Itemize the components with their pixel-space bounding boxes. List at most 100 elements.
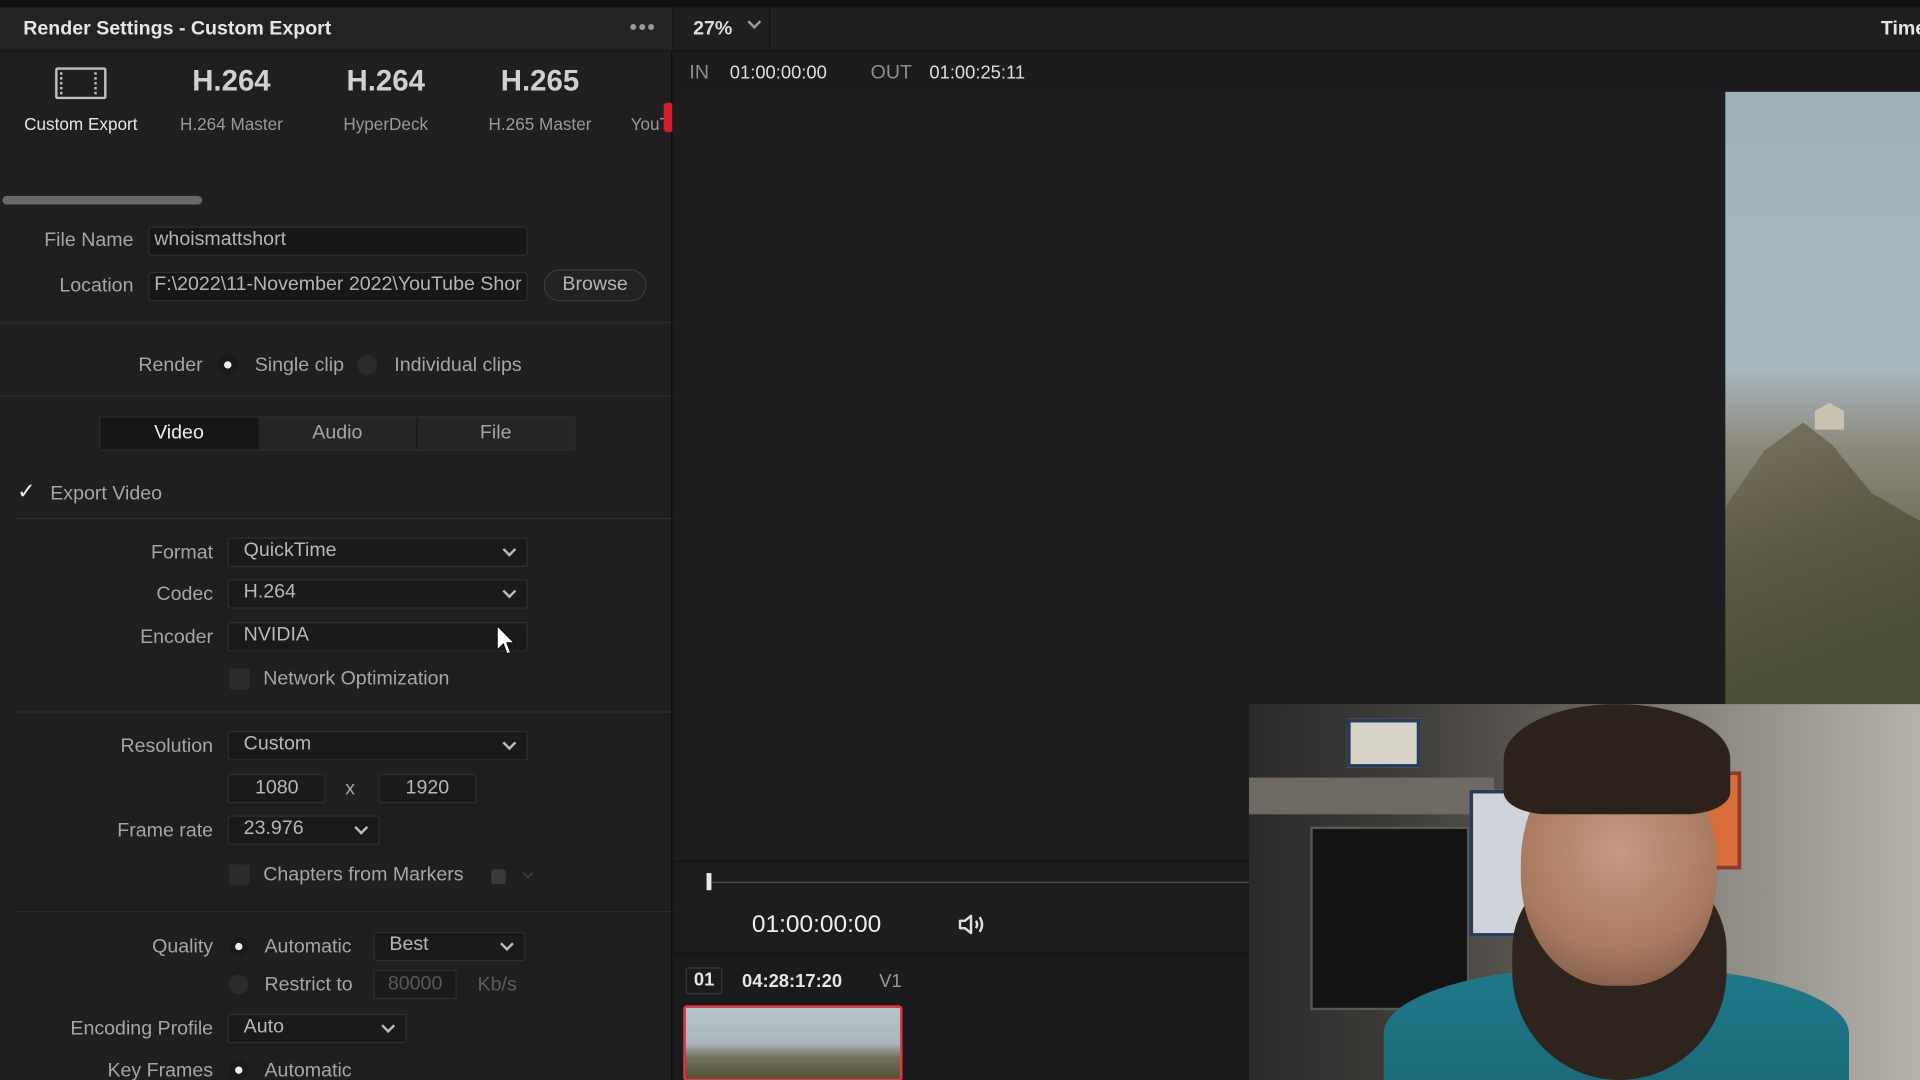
export-video-label[interactable]: Export Video bbox=[50, 484, 162, 506]
file-name-label: File Name bbox=[44, 230, 134, 252]
in-timecode[interactable]: 01:00:00:00 bbox=[730, 62, 827, 83]
playhead[interactable] bbox=[706, 873, 712, 891]
tv-image bbox=[1310, 826, 1470, 1011]
resolution-height-input[interactable]: 1920 bbox=[378, 773, 477, 804]
panel-title: Render Settings - Custom Export bbox=[23, 18, 332, 40]
quality-automatic-label[interactable]: Automatic bbox=[264, 937, 351, 959]
picture-frame-image bbox=[1346, 718, 1421, 768]
encoding-profile-label: Encoding Profile bbox=[70, 1018, 214, 1040]
app-window: Render Settings - Custom Export ••• Cust… bbox=[0, 0, 1920, 1080]
key-frames-label: Key Frames bbox=[107, 1060, 214, 1080]
network-optimization-label[interactable]: Network Optimization bbox=[263, 669, 449, 691]
chevron-down-icon[interactable] bbox=[747, 15, 762, 29]
chevron-down-icon bbox=[354, 820, 369, 835]
restrict-to-radio[interactable] bbox=[228, 974, 249, 995]
network-optimization-checkbox[interactable] bbox=[228, 668, 250, 690]
restrict-bitrate-input[interactable]: 80000 bbox=[373, 969, 457, 1000]
render-label: Render bbox=[138, 355, 203, 376]
out-timecode[interactable]: 01:00:25:11 bbox=[929, 62, 1025, 83]
in-out-bar: IN 01:00:00:00 OUT 01:00:25:11 bbox=[673, 52, 1920, 92]
divider bbox=[0, 322, 673, 324]
codec-dropdown[interactable]: H.264 bbox=[227, 579, 528, 609]
chapters-checkbox[interactable] bbox=[228, 864, 250, 886]
preset-h264-master[interactable]: H.264 H.264 Master bbox=[164, 53, 299, 134]
divider bbox=[14, 911, 673, 913]
settings-tabs: Video Audio File bbox=[99, 416, 576, 451]
chevron-down-icon bbox=[502, 542, 517, 557]
render-settings-panel: Render Settings - Custom Export ••• Cust… bbox=[0, 7, 673, 1080]
webcam-overlay bbox=[1248, 704, 1920, 1080]
codec-value: H.264 bbox=[243, 581, 296, 603]
quality-dropdown[interactable]: Best bbox=[373, 931, 526, 962]
frame-rate-value: 23.976 bbox=[243, 817, 304, 839]
preset-codec: H.264 bbox=[192, 64, 271, 98]
format-value: QuickTime bbox=[243, 540, 337, 561]
in-label: IN bbox=[689, 62, 709, 84]
preset-label: H.265 Master bbox=[488, 113, 592, 134]
resolution-value: Custom bbox=[243, 733, 312, 755]
clip-strip: 01 04:28:17:20 V1 bbox=[673, 952, 1249, 1080]
resolution-width-input[interactable]: 1080 bbox=[227, 773, 326, 804]
clip-track: V1 bbox=[879, 971, 902, 992]
encoding-profile-value: Auto bbox=[243, 1016, 284, 1038]
preset-label: H.264 Master bbox=[179, 113, 283, 134]
zoom-level[interactable]: 27% bbox=[693, 18, 732, 40]
preset-h265-master[interactable]: H.265 H.265 Master bbox=[473, 53, 608, 134]
key-frames-automatic-radio[interactable] bbox=[228, 1060, 249, 1080]
single-clip-radio[interactable] bbox=[217, 355, 238, 375]
clip-timecode: 04:28:17:20 bbox=[742, 971, 843, 992]
individual-clips-radio[interactable] bbox=[357, 355, 378, 375]
video-frame-preview bbox=[1725, 91, 1920, 705]
preset-codec: H.265 bbox=[500, 64, 580, 98]
preset-hyperdeck[interactable]: H.264 HyperDeck bbox=[318, 53, 453, 134]
viewer-toolbar: 27% Timel bbox=[673, 7, 1920, 52]
single-clip-label[interactable]: Single clip bbox=[255, 355, 344, 377]
browse-button[interactable]: Browse bbox=[543, 269, 647, 302]
timeline-title: Timel bbox=[1880, 18, 1920, 40]
film-icon bbox=[55, 67, 107, 100]
preset-custom-export[interactable]: Custom Export bbox=[13, 53, 148, 134]
chevron-down-icon[interactable] bbox=[522, 867, 533, 879]
restrict-to-label[interactable]: Restrict to bbox=[264, 975, 352, 997]
individual-clips-label[interactable]: Individual clips bbox=[394, 355, 521, 377]
tab-video[interactable]: Video bbox=[100, 417, 259, 450]
preset-strip: Custom Export H.264 H.264 Master H.264 H… bbox=[0, 53, 673, 202]
location-label: Location bbox=[59, 275, 134, 297]
tab-audio[interactable]: Audio bbox=[258, 417, 418, 450]
speaker-icon[interactable] bbox=[958, 912, 987, 936]
tab-file[interactable]: File bbox=[417, 417, 575, 450]
divider bbox=[0, 395, 673, 397]
quality-value: Best bbox=[389, 934, 429, 956]
location-input[interactable]: F:\2022\11-November 2022\YouTube Shor bbox=[148, 271, 528, 302]
preset-label: Custom Export bbox=[24, 113, 138, 134]
clip-thumbnail[interactable] bbox=[683, 1005, 903, 1080]
top-strip bbox=[0, 0, 1920, 8]
current-timecode: 01:00:00:00 bbox=[751, 911, 882, 938]
chapters-label[interactable]: Chapters from Markers bbox=[263, 864, 463, 886]
person-hair-image bbox=[1503, 704, 1731, 815]
resolution-x: x bbox=[345, 778, 356, 800]
quality-automatic-radio[interactable] bbox=[228, 936, 249, 957]
mouse-cursor-icon bbox=[496, 624, 516, 655]
export-video-checkbox[interactable] bbox=[16, 479, 37, 505]
frame-rate-dropdown[interactable]: 23.976 bbox=[227, 815, 380, 845]
chevron-down-icon bbox=[500, 937, 514, 952]
encoder-label: Encoder bbox=[140, 626, 214, 648]
scrubber-track[interactable] bbox=[707, 881, 1249, 883]
more-horizontal-icon[interactable]: ••• bbox=[629, 15, 656, 41]
file-name-input[interactable]: whoismattshort bbox=[148, 226, 528, 256]
preset-scrollbar[interactable] bbox=[2, 195, 203, 205]
cliff-image bbox=[1725, 422, 1920, 705]
toolbar-separator bbox=[768, 7, 771, 52]
codec-label: Codec bbox=[156, 584, 214, 605]
encoder-dropdown[interactable]: NVIDIA bbox=[227, 622, 528, 652]
chevron-down-icon bbox=[381, 1019, 396, 1034]
format-label: Format bbox=[151, 542, 214, 564]
format-dropdown[interactable]: QuickTime bbox=[227, 537, 528, 567]
marker-color-swatch[interactable] bbox=[491, 869, 506, 885]
encoding-profile-dropdown[interactable]: Auto bbox=[227, 1013, 407, 1044]
key-frames-automatic-label[interactable]: Automatic bbox=[264, 1060, 351, 1080]
shelf-image bbox=[1248, 777, 1494, 815]
youtube-icon bbox=[663, 102, 673, 133]
resolution-dropdown[interactable]: Custom bbox=[227, 731, 528, 761]
